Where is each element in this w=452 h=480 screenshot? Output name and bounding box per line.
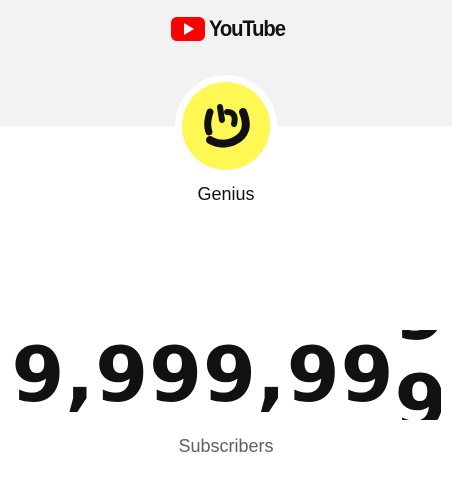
- subscriber-count: 9,999,9999: [0, 330, 452, 420]
- rolling-digit-incoming: 9: [394, 358, 441, 420]
- youtube-wordmark: YouTube: [209, 16, 286, 41]
- channel-name[interactable]: Genius: [0, 184, 452, 205]
- genius-smile-logo-icon: [182, 82, 270, 170]
- subscriber-count-rolling-digit: 99: [395, 330, 441, 420]
- youtube-logo[interactable]: YouTube: [171, 14, 291, 44]
- rolling-digit-outgoing: 9: [395, 330, 441, 358]
- subscriber-counter-page: YouTube Genius 9,999,9999 Subscribers: [0, 0, 452, 480]
- subscriber-count-static-digits: 9,999,99: [11, 330, 395, 419]
- channel-avatar-frame[interactable]: [175, 75, 277, 177]
- youtube-play-icon: [171, 17, 205, 41]
- subscribers-label: Subscribers: [178, 436, 274, 456]
